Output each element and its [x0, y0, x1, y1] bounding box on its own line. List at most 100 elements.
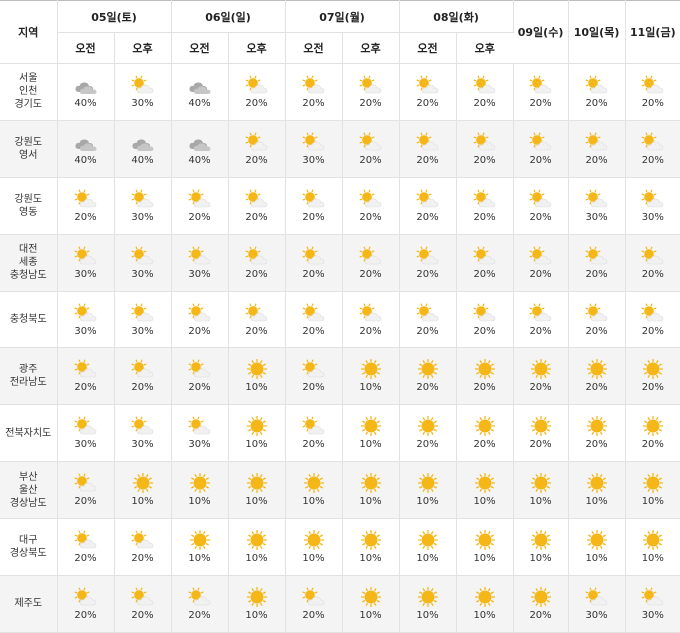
forecast-cell: 20% — [114, 347, 172, 406]
forecast-cell-content: 10% — [569, 473, 625, 507]
precipitation-probability: 30% — [641, 211, 664, 223]
forecast-cell: 10% — [456, 461, 514, 520]
forecast-cell: 20% — [342, 234, 400, 292]
precipitation-probability: 20% — [74, 382, 97, 394]
forecast-cell: 30% — [57, 291, 115, 349]
forecast-cell: 20% — [228, 120, 286, 178]
precipitation-probability: 20% — [188, 382, 211, 394]
precipitation-probability: 20% — [131, 609, 154, 621]
precipitation-probability: 20% — [359, 268, 382, 280]
forecast-cell: 20% — [342, 63, 400, 121]
sun-icon — [360, 416, 381, 437]
forecast-cell-content: 20% — [115, 587, 171, 621]
sun-icon — [417, 586, 438, 607]
sun-behind-cloud-icon — [529, 132, 551, 151]
day-header: 11일(금) — [625, 0, 680, 64]
forecast-cell: 10% — [456, 518, 514, 577]
forecast-cell-content: 20% — [172, 359, 228, 393]
precipitation-probability: 20% — [245, 268, 268, 280]
precipitation-probability: 10% — [131, 496, 154, 508]
sun-behind-cloud-icon — [131, 246, 153, 264]
forecast-cell: 30% — [114, 404, 172, 463]
precipitation-probability: 20% — [641, 97, 664, 109]
precipitation-probability: 10% — [188, 553, 211, 565]
region-name-line: 강원도 — [14, 136, 43, 148]
forecast-cell-content: 30% — [626, 189, 680, 223]
precipitation-probability: 10% — [245, 439, 268, 451]
sun-behind-cloud-icon — [131, 416, 153, 435]
region-name-line: 충청북도 — [9, 314, 47, 325]
precipitation-probability: 20% — [74, 553, 97, 565]
table-row: 강원도 영동 20% 30% 20% 20% 20% 20% 20% 20% 20% 30% 30% — [0, 177, 680, 235]
precipitation-probability: 10% — [245, 609, 268, 621]
forecast-cell: 30% — [285, 120, 343, 178]
forecast-cell: 20% — [456, 120, 514, 178]
forecast-cell: 30% — [114, 63, 172, 121]
forecast-cell: 20% — [456, 234, 514, 292]
forecast-cell: 10% — [513, 518, 569, 577]
forecast-cell: 20% — [399, 291, 457, 349]
precipitation-probability: 20% — [245, 211, 268, 223]
forecast-cell: 20% — [285, 404, 343, 463]
forecast-cell: 10% — [285, 461, 343, 520]
forecast-cell: 20% — [228, 291, 286, 349]
day-header: 07일(월) — [285, 0, 400, 33]
forecast-cell: 10% — [228, 575, 286, 633]
precipitation-probability: 10% — [245, 553, 268, 565]
sun-behind-cloud-icon — [74, 246, 96, 264]
forecast-cell: 20% — [513, 347, 569, 406]
sun-icon — [474, 586, 495, 607]
precipitation-probability: 40% — [188, 97, 211, 109]
sun-behind-cloud-icon — [473, 246, 495, 264]
region-name: 충청북도 — [0, 291, 58, 349]
region-name: 서울 인천 경기도 — [0, 63, 58, 121]
forecast-cell: 30% — [568, 575, 626, 633]
forecast-cell-content: 20% — [626, 132, 680, 166]
forecast-cell: 20% — [513, 63, 569, 121]
forecast-cell-content: 20% — [115, 359, 171, 393]
precipitation-probability: 20% — [529, 97, 552, 109]
sun-behind-cloud-icon — [641, 132, 664, 151]
cloud-icon — [74, 82, 96, 94]
precipitation-probability: 20% — [585, 325, 608, 337]
sun-behind-cloud-icon — [585, 587, 607, 606]
precipitation-probability: 30% — [131, 97, 154, 109]
forecast-cell-content: 20% — [514, 246, 568, 280]
precipitation-probability: 10% — [302, 496, 325, 508]
precipitation-probability: 10% — [359, 439, 382, 451]
forecast-cell: 10% — [228, 404, 286, 463]
sun-icon — [189, 473, 210, 494]
forecast-cell-content: 20% — [514, 75, 568, 109]
sun-icon — [642, 359, 663, 380]
forecast-cell: 10% — [342, 404, 400, 463]
forecast-cell-content: 20% — [229, 75, 285, 109]
precipitation-probability: 30% — [131, 268, 154, 280]
sun-behind-cloud-icon — [359, 246, 381, 264]
region-name-line: 광주 — [19, 364, 38, 376]
sun-behind-cloud-icon — [416, 75, 438, 94]
forecast-cell: 10% — [285, 518, 343, 577]
forecast-cell-content: 20% — [626, 246, 680, 280]
precipitation-probability: 20% — [585, 97, 608, 109]
precipitation-probability: 20% — [585, 154, 608, 166]
forecast-cell-content: 20% — [626, 359, 680, 393]
forecast-cell-content: 20% — [514, 359, 568, 393]
precipitation-probability: 20% — [529, 154, 552, 166]
precipitation-probability: 20% — [641, 325, 664, 337]
forecast-cell: 20% — [114, 575, 172, 633]
sun-behind-cloud-icon — [416, 246, 438, 264]
sun-icon — [586, 530, 607, 551]
sun-behind-cloud-icon — [473, 75, 495, 94]
sun-behind-cloud-icon — [74, 359, 96, 378]
forecast-cell-content: 10% — [400, 586, 456, 621]
sun-behind-cloud-icon — [473, 132, 495, 151]
forecast-cell: 20% — [342, 177, 400, 235]
forecast-cell: 20% — [568, 404, 626, 463]
sun-behind-cloud-icon — [131, 587, 153, 606]
sun-behind-cloud-icon — [245, 303, 267, 321]
sun-behind-cloud-icon — [641, 303, 664, 321]
sun-icon — [474, 416, 495, 437]
forecast-cell-content: 10% — [400, 473, 456, 507]
forecast-cell: 20% — [399, 120, 457, 178]
forecast-cell-content: 20% — [514, 189, 568, 223]
